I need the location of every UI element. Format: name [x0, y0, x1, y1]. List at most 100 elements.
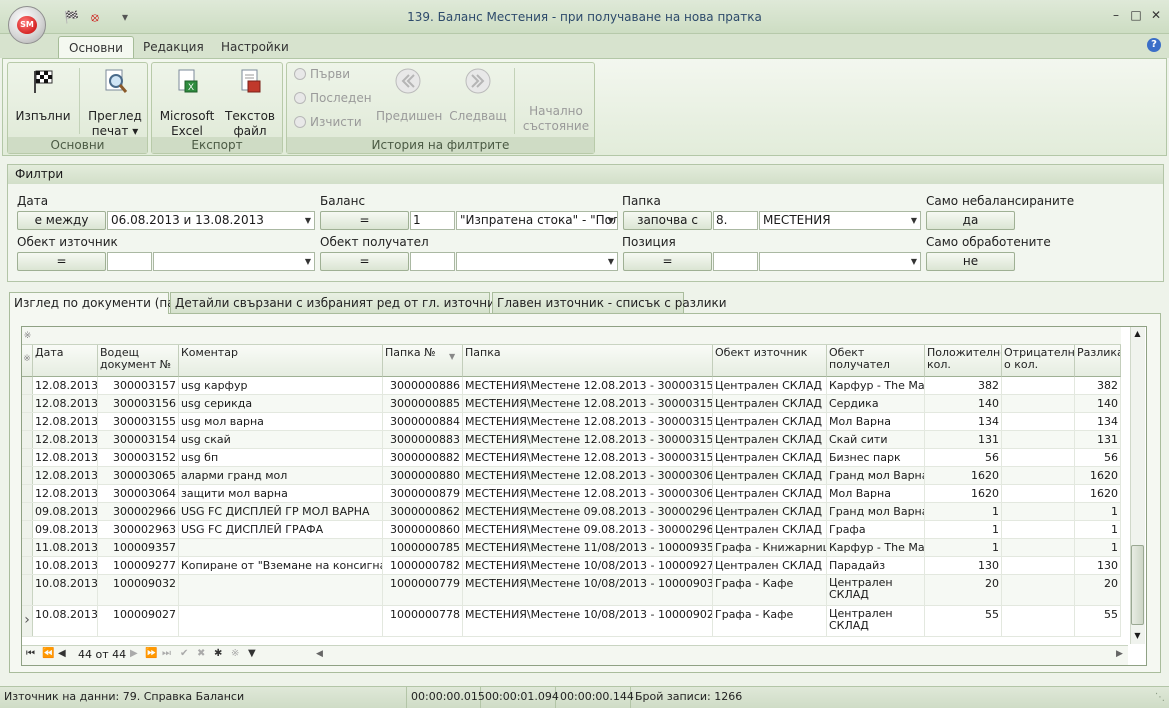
table-row[interactable]: › 10.08.2013 100009027 1000000778 МЕСТЕНИЯ\М… — [22, 606, 1121, 637]
nav-delete-icon[interactable]: ※ — [231, 648, 239, 659]
close-button[interactable]: ✕ — [1148, 8, 1164, 22]
row-indicator[interactable]: › — [22, 606, 33, 636]
row-indicator[interactable] — [22, 521, 33, 538]
balance-operator-button[interactable]: = — [320, 211, 409, 230]
help-icon[interactable]: ? — [1147, 38, 1161, 52]
print-preview-button[interactable]: Преглед печат ▾ — [84, 67, 146, 139]
column-header-1[interactable]: Дата — [33, 345, 98, 377]
chevron-down-icon[interactable]: ▼ — [608, 212, 614, 229]
history-prev-button[interactable]: Предишен — [376, 67, 442, 124]
row-indicator[interactable] — [22, 413, 33, 430]
source-object-code-input[interactable] — [107, 252, 152, 271]
chevron-down-icon[interactable]: ▼ — [911, 212, 917, 229]
initial-state-button[interactable]: Начално състояние — [520, 104, 592, 134]
row-indicator[interactable] — [22, 449, 33, 466]
nav-next-icon[interactable]: ▶ — [130, 648, 138, 659]
column-header-2[interactable]: Водещ документ № — [98, 345, 179, 377]
resize-grip-icon[interactable]: ⋱ — [1155, 692, 1165, 703]
row-indicator[interactable] — [22, 503, 33, 520]
scroll-thumb[interactable] — [1131, 545, 1144, 625]
hscroll-right-icon[interactable]: ▶ — [1116, 649, 1123, 659]
maximize-button[interactable]: □ — [1128, 8, 1144, 22]
position-code-input[interactable] — [713, 252, 758, 271]
tab-settings[interactable]: Настройки — [211, 36, 299, 58]
recipient-object-code-input[interactable] — [410, 252, 455, 271]
source-object-operator-button[interactable]: = — [17, 252, 106, 271]
table-row[interactable]: 09.08.2013 300002963 USG FC ДИСПЛЕЙ ГРАФА 3… — [22, 521, 1121, 539]
minimize-button[interactable]: – — [1108, 8, 1124, 22]
table-row[interactable]: 10.08.2013 100009032 1000000779 МЕСТЕНИЯ\Ме… — [22, 575, 1121, 606]
tab-main[interactable]: Основни — [58, 36, 134, 58]
row-indicator[interactable] — [22, 485, 33, 502]
nav-confirm-icon[interactable]: ✔ — [180, 648, 188, 659]
processed-only-toggle[interactable]: не — [926, 252, 1015, 271]
table-row[interactable]: 12.08.2013 300003155 usg мол варна 30000008… — [22, 413, 1121, 431]
table-row[interactable]: 12.08.2013 300003157 usg карфур 3000000886 М… — [22, 377, 1121, 395]
history-first-button[interactable]: Първи — [294, 65, 350, 83]
table-row[interactable]: 12.08.2013 300003064 защити мол варна 30000… — [22, 485, 1121, 503]
balance-code-input[interactable]: 1 — [410, 211, 455, 230]
export-text-button[interactable]: Текстов файл — [220, 67, 280, 139]
nav-next-page-icon[interactable]: ⏩ — [145, 648, 157, 659]
nav-first-icon[interactable]: ⏮ — [26, 648, 35, 659]
tab-differences[interactable]: Главен източник - списък с разлики — [492, 292, 727, 313]
position-operator-button[interactable]: = — [623, 252, 712, 271]
column-header-4[interactable]: Папка № — [383, 345, 463, 377]
row-indicator[interactable] — [22, 575, 33, 605]
tab-documents-view[interactable]: Изглед по документи (папки) — [9, 292, 202, 314]
recipient-object-operator-button[interactable]: = — [320, 252, 409, 271]
export-excel-button[interactable]: X Microsoft Excel — [156, 67, 218, 139]
sort-descending-icon[interactable]: ▼ — [449, 352, 455, 361]
chevron-down-icon[interactable]: ▼ — [608, 253, 614, 270]
tab-edit[interactable]: Редакция — [133, 36, 214, 58]
column-header-6[interactable]: Обект източник — [713, 345, 827, 377]
table-row[interactable]: 12.08.2013 300003152 usg бп 3000000882 МЕСТЕ… — [22, 449, 1121, 467]
application-menu-button[interactable]: SM — [8, 6, 46, 44]
column-header-5[interactable]: Папка — [463, 345, 713, 377]
column-header-8[interactable]: Положително кол. — [925, 345, 1002, 377]
column-header-7[interactable]: Обект получател — [827, 345, 925, 377]
nav-last-icon[interactable]: ⏭ — [162, 648, 171, 659]
nav-filter-icon[interactable]: ▼ — [248, 648, 256, 659]
history-next-button[interactable]: Следващ — [448, 67, 508, 124]
chevron-down-icon[interactable]: ▼ — [305, 253, 311, 270]
column-header-9[interactable]: Отрицателн о кол. — [1002, 345, 1075, 377]
unbalanced-only-toggle[interactable]: да — [926, 211, 1015, 230]
row-indicator[interactable] — [22, 377, 33, 394]
table-row[interactable]: 12.08.2013 300003154 usg скай 3000000883 МЕС… — [22, 431, 1121, 449]
table-row[interactable]: 10.08.2013 100009277 Копиране от "Вземане … — [22, 557, 1121, 575]
folder-operator-button[interactable]: започва с — [623, 211, 712, 230]
table-row[interactable]: 09.08.2013 300002966 USG FC ДИСПЛЕЙ ГР МОЛ… — [22, 503, 1121, 521]
scroll-up-icon[interactable]: ▲ — [1131, 329, 1144, 338]
date-range-combo[interactable]: 06.08.2013 и 13.08.2013 ▼ — [107, 211, 315, 230]
recipient-object-combo[interactable]: ▼ — [456, 252, 618, 271]
column-header-3[interactable]: Коментар — [179, 345, 383, 377]
nav-prev-icon[interactable]: ◀ — [58, 648, 66, 659]
nav-append-icon[interactable]: ✱ — [214, 648, 222, 659]
history-clear-button[interactable]: Изчисти — [294, 113, 362, 131]
hscroll-left-icon[interactable]: ◀ — [316, 649, 323, 659]
folder-code-input[interactable]: 8. — [713, 211, 758, 230]
tab-details[interactable]: Детайли свързани с избраният ред от гл. … — [170, 292, 564, 313]
folder-combo[interactable]: МЕСТЕНИЯ ▼ — [759, 211, 921, 230]
nav-cancel-icon[interactable]: ✖ — [197, 648, 205, 659]
column-header-10[interactable]: Разлика — [1075, 345, 1121, 377]
row-indicator[interactable] — [22, 539, 33, 556]
row-indicator[interactable] — [22, 467, 33, 484]
scroll-down-icon[interactable]: ▼ — [1131, 631, 1144, 640]
chevron-down-icon[interactable]: ▼ — [305, 212, 311, 229]
table-row[interactable]: 12.08.2013 300003065 аларми гранд мол 30000… — [22, 467, 1121, 485]
table-row[interactable]: 11.08.2013 100009357 1000000785 МЕСТЕНИЯ\Ме… — [22, 539, 1121, 557]
row-indicator[interactable] — [22, 557, 33, 574]
source-object-combo[interactable]: ▼ — [153, 252, 315, 271]
execute-button[interactable]: Изпълни — [12, 67, 74, 124]
date-operator-button[interactable]: е между — [17, 211, 106, 230]
row-indicator[interactable] — [22, 431, 33, 448]
balance-combo[interactable]: "Изпратена стока" - "Получе▼ — [456, 211, 618, 230]
nav-prev-page-icon[interactable]: ⏪ — [42, 648, 54, 659]
history-last-button[interactable]: Последен — [294, 89, 372, 107]
position-combo[interactable]: ▼ — [759, 252, 921, 271]
table-row[interactable]: 12.08.2013 300003156 usg серикда 3000000885… — [22, 395, 1121, 413]
row-indicator[interactable] — [22, 395, 33, 412]
chevron-down-icon[interactable]: ▼ — [911, 253, 917, 270]
